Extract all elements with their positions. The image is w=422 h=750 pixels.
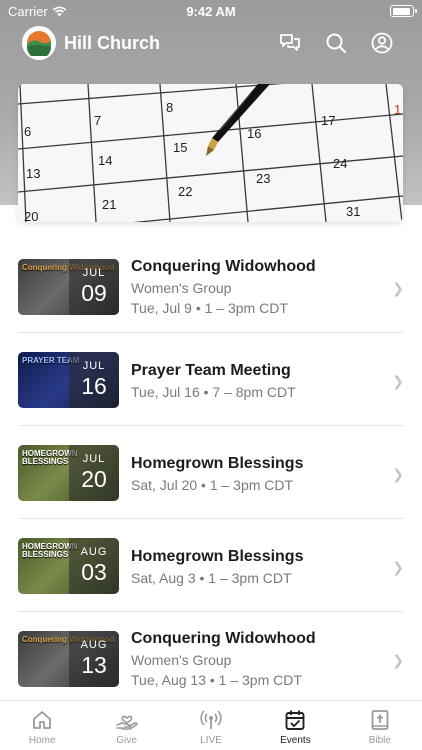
event-thumbnail: HOMEGROWN BLESSINGS AUG 03 [18,538,119,594]
search-icon [326,33,347,54]
calendar-icon [285,710,305,730]
event-row[interactable]: Conquering Widowhood JUL 09 Conquering W… [18,240,404,333]
tab-live[interactable]: LIVE [169,701,253,750]
event-row[interactable]: Conquering Widowhood AUG 13 Conquering W… [18,612,404,705]
chat-icon [280,34,300,51]
thumbnail-date: JUL 16 [69,352,119,408]
event-day: 09 [81,280,107,306]
cal-num: 6 [24,124,31,139]
tab-give[interactable]: Give [84,701,168,750]
cal-num: 17 [321,113,335,128]
chevron-right-icon: ❯ [392,466,404,482]
chevron-right-icon: ❯ [392,652,404,668]
event-row[interactable]: HOMEGROWN BLESSINGS JUL 20 Homegrown Ble… [18,426,404,519]
event-month: JUL [82,360,106,372]
thumbnail-date: AUG 03 [69,538,119,594]
event-text: Prayer Team Meeting Tue, Jul 16 • 7 – 8p… [131,362,384,400]
cal-num: 22 [178,184,192,199]
calendar-illustration: 6 7 8 13 14 15 16 17 20 21 22 23 24 31 1 [18,84,403,222]
tab-events[interactable]: Events [253,701,337,750]
profile-button[interactable] [370,31,394,55]
give-icon [115,715,138,730]
event-month: AUG [80,546,108,558]
bible-icon [371,710,389,730]
tab-label: Give [116,735,137,746]
event-day: 16 [81,373,107,399]
event-day: 03 [81,559,107,585]
tab-label: LIVE [200,735,222,746]
app-actions [278,31,394,55]
app-title: Hill Church [64,33,161,53]
event-subtitle: Women's Group [131,652,232,668]
event-title: Prayer Team Meeting [131,362,291,379]
status-time: 9:42 AM [186,4,236,19]
event-text: Conquering Widowhood Women's Group Tue, … [131,258,384,316]
event-text: Homegrown Blessings Sat, Aug 3 • 1 – 3pm… [131,548,384,586]
thumbnail-date: JUL 09 [69,259,119,315]
cal-num: 16 [247,126,261,141]
event-list: Conquering Widowhood JUL 09 Conquering W… [0,240,422,705]
cal-num: 8 [166,100,173,115]
account-icon [371,32,393,54]
tab-label: Events [280,735,311,746]
hero-calendar-image[interactable]: 6 7 8 13 14 15 16 17 20 21 22 23 24 31 1 [18,84,403,222]
cal-num: 15 [173,140,187,155]
thumbnail-date: AUG 13 [69,631,119,687]
app-bar: Hill Church [0,26,422,62]
event-thumbnail: Conquering Widowhood AUG 13 [18,631,119,687]
logo-icon [27,31,51,56]
live-icon [200,710,222,729]
event-month: AUG [80,639,108,651]
tab-bible[interactable]: Bible [338,701,422,750]
tab-home[interactable]: Home [0,701,84,750]
event-time: Tue, Jul 16 • 7 – 8pm CDT [131,384,296,400]
tab-label: Home [28,735,56,746]
event-title: Conquering Widowhood [131,630,316,647]
cal-num: 23 [256,171,270,186]
event-day: 20 [81,466,107,492]
event-row[interactable]: HOMEGROWN BLESSINGS AUG 03 Homegrown Ble… [18,519,404,612]
battery-level [392,7,411,15]
search-button[interactable] [324,31,348,55]
event-time: Tue, Jul 9 • 1 – 3pm CDT [131,300,288,316]
event-thumbnail: PRAYER TEAM JUL 16 [18,352,119,408]
event-text: Conquering Widowhood Women's Group Tue, … [131,630,384,688]
cal-num: 24 [333,156,347,171]
cal-num: 31 [346,204,360,219]
cal-num: 14 [98,153,112,168]
battery-icon [390,5,417,17]
chevron-right-icon: ❯ [392,280,404,296]
event-thumbnail: HOMEGROWN BLESSINGS JUL 20 [18,445,119,501]
status-bar: Carrier 9:42 AM [0,0,422,22]
event-text: Homegrown Blessings Sat, Jul 20 • 1 – 3p… [131,455,384,493]
messages-button[interactable] [278,31,302,55]
event-thumbnail: Conquering Widowhood JUL 09 [18,259,119,315]
event-title: Conquering Widowhood [131,258,316,275]
event-title: Homegrown Blessings [131,548,304,565]
cal-num: 13 [26,166,40,181]
event-month: JUL [82,453,106,465]
event-time: Sat, Aug 3 • 1 – 3pm CDT [131,570,292,586]
event-time: Sat, Jul 20 • 1 – 3pm CDT [131,477,294,493]
cal-num: 7 [94,113,101,128]
event-time: Tue, Aug 13 • 1 – 3pm CDT [131,672,302,688]
home-icon [33,711,52,729]
event-month: JUL [82,267,106,279]
tab-bar: Home Give LIVE Events Bible [0,700,422,750]
thumbnail-date: JUL 20 [69,445,119,501]
event-title: Homegrown Blessings [131,455,304,472]
church-logo[interactable] [22,26,56,60]
event-day: 13 [81,652,107,678]
chevron-right-icon: ❯ [392,559,404,575]
event-subtitle: Women's Group [131,280,232,296]
cal-num: 1 [394,102,401,117]
tab-label: Bible [368,735,391,746]
chevron-right-icon: ❯ [392,373,404,389]
event-row[interactable]: PRAYER TEAM JUL 16 Prayer Team Meeting T… [18,333,404,426]
cal-num: 20 [24,209,38,222]
cal-num: 21 [102,197,116,212]
